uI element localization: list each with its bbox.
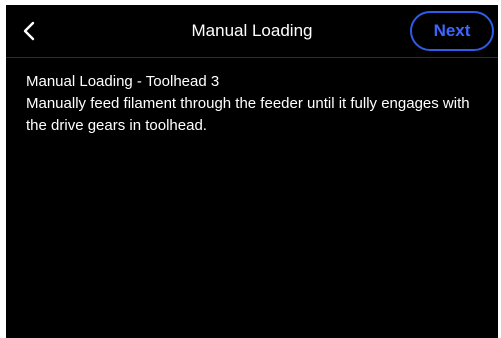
instructions-panel: Manual Loading - Toolhead 3 Manually fee… [26,71,486,137]
screen: Manual Loading Next Manual Loading - Too… [6,5,498,338]
step-heading: Manual Loading - Toolhead 3 [26,73,220,90]
next-button[interactable]: Next [410,11,494,51]
header-bar: Manual Loading Next [6,5,498,58]
step-instruction: Manually feed filament through the feede… [26,95,470,134]
